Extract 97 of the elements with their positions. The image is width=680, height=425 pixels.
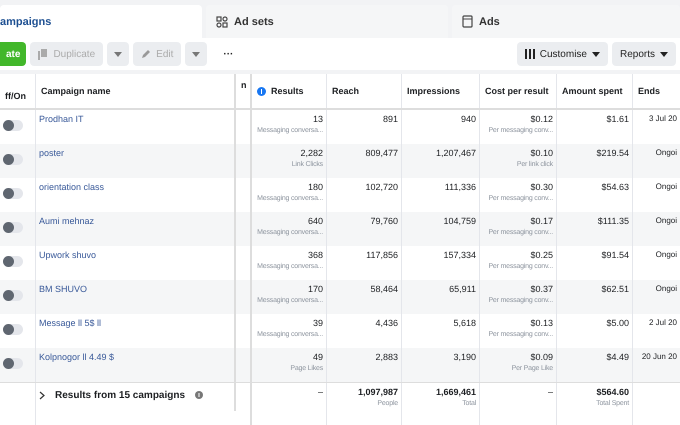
toggle-switch[interactable] xyxy=(3,358,23,369)
more-button[interactable]: ··· xyxy=(215,42,242,66)
end-date: 20 Jun 20 xyxy=(642,352,677,361)
toggle-switch[interactable] xyxy=(3,154,23,165)
cost-value: $0.10 xyxy=(530,148,553,158)
end-date: Ongoi xyxy=(656,216,677,225)
campaign-name-link[interactable]: Message ll 5$ ll xyxy=(39,318,102,328)
cost-value: $0.17 xyxy=(530,216,553,226)
reach-value: 4,436 xyxy=(375,318,398,328)
amount-spent-value: $5.00 xyxy=(606,318,629,328)
grid-icon xyxy=(216,16,228,28)
column-header[interactable]: Impressions xyxy=(402,74,480,108)
results-value: 170 xyxy=(308,284,323,294)
column-header[interactable]: ff/On xyxy=(0,74,36,108)
tab[interactable]: ampaigns xyxy=(0,5,202,38)
end-date: 3 Jul 20 xyxy=(648,114,677,123)
results-value: 368 xyxy=(308,250,323,260)
column-header[interactable]: Campaign name xyxy=(36,74,236,108)
results-value: 39 xyxy=(312,318,323,328)
impressions-value: 65,911 xyxy=(449,284,476,294)
results-value: 49 xyxy=(312,352,323,362)
toggle-switch[interactable] xyxy=(3,120,23,131)
cost-value: $0.13 xyxy=(530,318,553,328)
column-header[interactable]: Amount spent xyxy=(557,74,633,108)
cost-value: $0.09 xyxy=(530,352,553,362)
customise-button[interactable]: Customise xyxy=(516,42,608,66)
impressions-value: 104,759 xyxy=(443,216,476,226)
reach-value: 102,720 xyxy=(365,182,398,192)
caret-icon xyxy=(114,52,122,56)
impressions-value: 3,190 xyxy=(453,352,476,362)
amount-spent-value: $111.35 xyxy=(598,216,629,226)
impressions-value: 157,334 xyxy=(443,250,476,260)
reach-value: 809,477 xyxy=(365,148,398,158)
cost-value: $0.30 xyxy=(530,182,553,192)
column-header[interactable]: Reach xyxy=(327,74,402,108)
impressions-value: 940 xyxy=(460,114,476,124)
impressions-value: 1,207,467 xyxy=(436,148,476,158)
results-value: 180 xyxy=(308,182,323,192)
results-value: 2,282 xyxy=(300,148,323,158)
summary-value: $564.60 xyxy=(596,387,629,397)
dropdown-button[interactable] xyxy=(185,42,208,66)
campaign-name-link[interactable]: Aumi mehnaz xyxy=(39,216,94,226)
column-header[interactable]: Cost per result xyxy=(480,74,557,108)
column-header[interactable]: Ends xyxy=(633,74,680,108)
summary-value: 1,097,987 xyxy=(358,387,398,397)
reach-value: 58,464 xyxy=(370,284,398,294)
amount-spent-value: $62.51 xyxy=(601,284,629,294)
columns-icon xyxy=(524,49,535,59)
summary-value: – xyxy=(548,387,553,397)
reach-value: 891 xyxy=(382,114,398,124)
amount-spent-value: $91.54 xyxy=(601,250,629,260)
cost-value: $0.12 xyxy=(530,114,553,124)
info-icon xyxy=(195,391,204,399)
end-date: 2 Jul 20 xyxy=(648,318,677,327)
column-header[interactable]: n xyxy=(236,74,252,108)
end-date: Ongoi xyxy=(656,182,677,191)
results-value: 640 xyxy=(308,216,323,226)
amount-spent-value: $4.49 xyxy=(606,352,629,362)
impressions-value: 111,336 xyxy=(444,182,476,192)
cost-value: $0.25 xyxy=(530,250,553,260)
reach-value: 117,856 xyxy=(366,250,398,260)
summary-value: 1,669,461 xyxy=(436,387,476,397)
caret-icon xyxy=(592,52,600,56)
reach-value: 2,883 xyxy=(375,352,398,362)
summary-value: – xyxy=(318,387,323,397)
amount-spent-value: $54.63 xyxy=(601,182,629,192)
toggle-switch[interactable] xyxy=(3,256,23,267)
reach-value: 79,760 xyxy=(370,216,398,226)
page-icon xyxy=(462,15,473,28)
campaign-name-link[interactable]: BM SHUVO xyxy=(39,284,88,294)
caret-icon xyxy=(660,52,668,56)
cost-value: $0.37 xyxy=(530,284,553,294)
impressions-value: 5,618 xyxy=(453,318,476,328)
end-date: Ongoi xyxy=(656,148,677,157)
toggle-switch[interactable] xyxy=(3,222,23,233)
campaign-name-link[interactable]: poster xyxy=(39,148,64,158)
copy-icon xyxy=(38,48,48,60)
summary-label: Results from 15 campaigns xyxy=(55,390,186,400)
chevron-icon[interactable] xyxy=(39,390,45,400)
campaign-name-link[interactable]: Prodhan IT xyxy=(39,114,84,124)
reports-button[interactable]: Reports xyxy=(612,42,676,66)
results-value: 13 xyxy=(312,114,323,124)
dropdown-button[interactable] xyxy=(107,42,130,66)
column-header[interactable]: Results xyxy=(252,74,327,108)
amount-spent-value: $219.54 xyxy=(596,148,629,158)
info-icon xyxy=(257,86,266,96)
amount-spent-value: $1.61 xyxy=(606,114,629,124)
caret-icon xyxy=(192,52,200,56)
toggle-switch[interactable] xyxy=(3,188,23,199)
pencil-icon xyxy=(141,49,152,59)
campaign-name-link[interactable]: orientation class xyxy=(39,182,104,192)
campaign-name-link[interactable]: Kolpnogor ll 4.49 $ xyxy=(39,352,114,362)
end-date: Ongoi xyxy=(656,284,677,293)
toggle-switch[interactable] xyxy=(3,290,23,301)
campaign-name-link[interactable]: Upwork shuvo xyxy=(39,250,96,260)
toggle-switch[interactable] xyxy=(3,324,23,335)
end-date: Ongoi xyxy=(656,250,677,259)
